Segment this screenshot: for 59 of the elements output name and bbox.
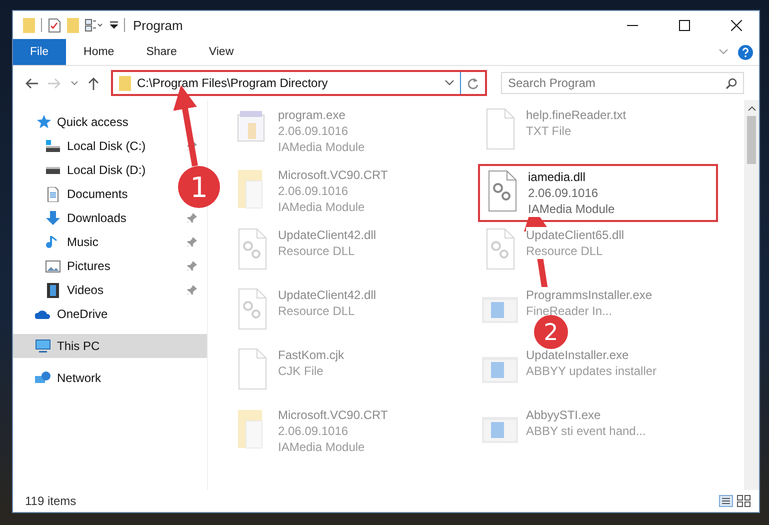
dropdown-icon[interactable] xyxy=(445,80,454,86)
address-bar[interactable]: C:\Program Files\Program Directory xyxy=(111,70,487,96)
search-icon xyxy=(726,78,737,89)
scroll-up-icon[interactable] xyxy=(748,106,756,111)
file-detail: ABBYY updates installer xyxy=(526,363,657,379)
back-arrow-icon[interactable] xyxy=(25,78,38,88)
file-detail: Resource DLL xyxy=(526,243,603,259)
ribbon-tab[interactable]: Share xyxy=(132,39,191,65)
folder-icon xyxy=(119,76,131,90)
close-icon xyxy=(730,20,742,30)
maximize-icon xyxy=(678,20,690,30)
step-badge: 2 xyxy=(534,315,568,349)
sidebar-item[interactable]: Music xyxy=(13,230,163,254)
recent-locations-icon[interactable] xyxy=(71,80,78,86)
details-view-icon[interactable] xyxy=(719,495,733,507)
pin-icon[interactable] xyxy=(187,261,197,271)
sidebar-item[interactable]: This PC xyxy=(13,334,207,358)
view-list-icon[interactable] xyxy=(85,18,104,32)
sidebar-item[interactable]: Pictures xyxy=(13,254,163,278)
pin-icon[interactable] xyxy=(187,213,197,223)
nav-icon xyxy=(35,339,51,353)
sidebar-item[interactable]: Documents xyxy=(13,182,163,206)
ribbon-tab[interactable]: File xyxy=(13,39,66,65)
scroll-thumb[interactable] xyxy=(747,116,756,164)
refresh-icon[interactable] xyxy=(467,76,479,90)
customize-dropdown-icon[interactable] xyxy=(110,21,118,29)
sidebar-item[interactable]: Local Disk (D:) xyxy=(13,158,163,182)
nav-icon xyxy=(45,138,61,154)
step-badge: 1 xyxy=(178,166,220,208)
nav-icon xyxy=(35,371,51,385)
sidebar-item[interactable]: Downloads xyxy=(13,206,163,230)
scrollbar[interactable] xyxy=(744,100,759,490)
sidebar-item[interactable]: Network xyxy=(13,366,207,390)
expand-ribbon-icon[interactable] xyxy=(719,49,728,55)
file-detail: FineReader In... xyxy=(526,303,612,319)
help-icon[interactable] xyxy=(738,44,753,60)
nav-icon xyxy=(35,115,51,129)
pin-icon[interactable] xyxy=(187,285,197,295)
item-count: 119 items xyxy=(25,494,76,508)
search-field[interactable]: Search Program xyxy=(501,72,744,94)
sidebar-item[interactable]: Local Disk (C:) xyxy=(13,134,163,158)
nav-icon xyxy=(45,186,61,202)
nav-icon xyxy=(45,258,61,274)
ribbon-tab[interactable]: Home xyxy=(70,39,128,65)
pin-icon[interactable] xyxy=(187,237,197,247)
file-detail: IAMedia Module xyxy=(528,201,615,217)
ribbon-tab[interactable]: View xyxy=(194,39,248,65)
properties-icon[interactable] xyxy=(48,18,61,32)
selected-file-frame[interactable]: iamedia.dll 2.06.09.1016 IAMedia Module xyxy=(478,164,718,222)
minimize-icon xyxy=(626,24,638,26)
up-arrow-icon[interactable] xyxy=(88,76,99,90)
window-title: Program xyxy=(133,18,183,32)
drive-icon xyxy=(45,166,61,174)
sidebar-item[interactable]: Videos xyxy=(13,278,163,302)
sidebar-item[interactable]: Quick access xyxy=(13,110,207,134)
sidebar-item[interactable]: OneDrive xyxy=(13,302,207,326)
nav-icon xyxy=(45,210,61,226)
nav-icon xyxy=(45,282,61,298)
large-icons-view-icon[interactable] xyxy=(737,495,751,507)
